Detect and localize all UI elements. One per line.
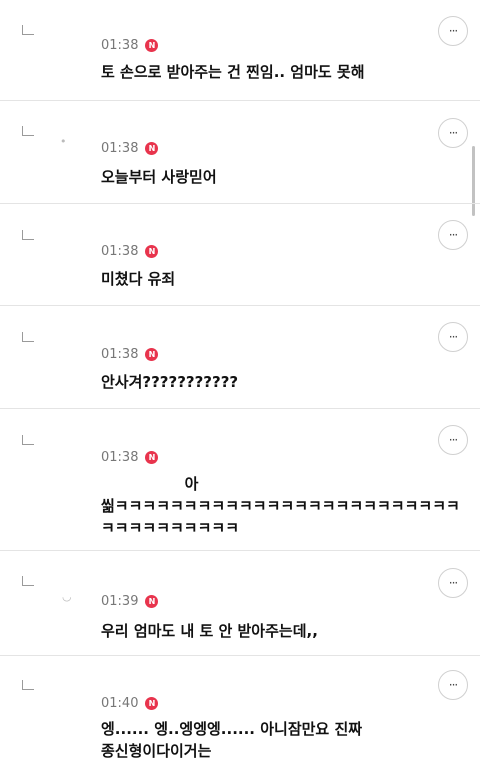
divider: [0, 550, 480, 551]
reply-indicator-icon: [22, 25, 34, 35]
reply-indicator-icon: [22, 230, 34, 240]
more-options-button[interactable]: ···: [438, 16, 468, 46]
comment-time: 01:38: [101, 141, 139, 156]
new-badge: N: [145, 39, 159, 52]
more-options-button[interactable]: ···: [438, 220, 468, 250]
comment-meta: 01:38 N: [101, 38, 159, 53]
new-badge: N: [145, 142, 159, 155]
comment-time: 01:38: [101, 450, 139, 465]
comment-meta: 01:38 N: [101, 141, 159, 156]
comment-meta: 01:38 N: [101, 244, 159, 259]
more-options-button[interactable]: ···: [438, 568, 468, 598]
comment-text: 토 손으로 받아주는 건 찐임.. 엄마도 못해: [101, 63, 365, 81]
more-options-button[interactable]: ···: [438, 670, 468, 700]
more-options-button[interactable]: ···: [438, 118, 468, 148]
new-badge: N: [145, 451, 159, 464]
blurred-username-icon: ◡: [62, 590, 72, 603]
comment-text: 아 씲ㅋㅋㅋㅋㅋㅋㅋㅋㅋㅋㅋㅋㅋㅋㅋㅋㅋㅋㅋㅋㅋㅋㅋㅋㅋ ㅋㅋㅋㅋㅋㅋㅋㅋㅋㅋ: [101, 475, 460, 537]
divider: [0, 655, 480, 656]
new-badge: N: [145, 245, 159, 258]
reply-indicator-icon: [22, 332, 34, 342]
divider: [0, 408, 480, 409]
comment-time: 01:38: [101, 347, 139, 362]
comment-text: 미쳤다 유죄: [101, 270, 176, 288]
reply-indicator-icon: [22, 680, 34, 690]
new-badge: N: [145, 348, 159, 361]
blurred-username-icon: •: [60, 135, 67, 148]
comment-time: 01:40: [101, 696, 139, 711]
comment-text: 안사겨???????????: [101, 373, 239, 391]
reply-indicator-icon: [22, 435, 34, 445]
comment-meta: 01:38 N: [101, 347, 159, 362]
reply-indicator-icon: [22, 576, 34, 586]
more-options-button[interactable]: ···: [438, 425, 468, 455]
comment-meta: 01:39 N: [101, 594, 159, 609]
comment-text: 오늘부터 사랑믿어: [101, 168, 217, 186]
divider: [0, 305, 480, 306]
divider: [0, 203, 480, 204]
more-options-button[interactable]: ···: [438, 322, 468, 352]
new-badge: N: [145, 697, 159, 710]
comment-time: 01:38: [101, 38, 139, 53]
comment-time: 01:39: [101, 594, 139, 609]
comment-meta: 01:40 N: [101, 696, 159, 711]
new-badge: N: [145, 595, 159, 608]
comment-text: 엥...... 엥..엥엥엥...... 아니잠만요 진짜 종신형이다이거는: [101, 720, 363, 760]
reply-indicator-icon: [22, 126, 34, 136]
scrollbar[interactable]: [472, 146, 475, 216]
comment-text: 우리 엄마도 내 토 안 받아주는데,,: [101, 622, 318, 640]
comment-time: 01:38: [101, 244, 139, 259]
comment-meta: 01:38 N: [101, 450, 159, 465]
divider: [0, 100, 480, 101]
